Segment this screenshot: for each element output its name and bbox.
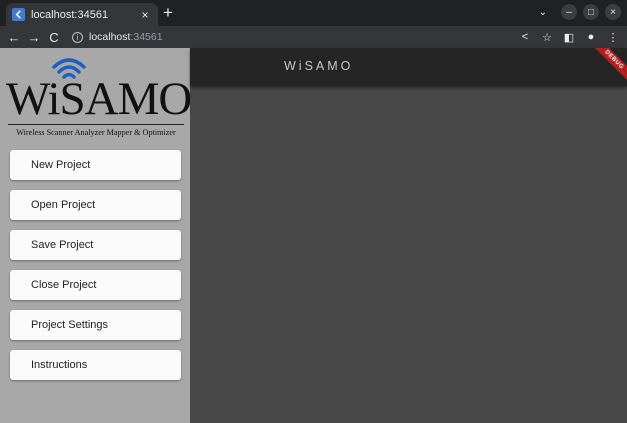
minimize-button[interactable]: – [561, 4, 577, 20]
toolbar-actions: < ☆ ◧ ● ⋮ [519, 31, 619, 44]
profile-icon[interactable]: ● [585, 31, 597, 43]
url-port: :34561 [130, 31, 163, 43]
back-button[interactable]: ← [4, 30, 24, 45]
browser-tab[interactable]: localhost:34561 × [6, 3, 158, 26]
wisamo-logo: WiSAMO Wireless Scanner Analyzer Mapper … [6, 54, 192, 140]
close-project-button[interactable]: Close Project [10, 270, 181, 300]
tab-search-chevron-icon[interactable]: ⌄ [539, 7, 547, 18]
logo-divider [8, 124, 184, 125]
tab-close-icon[interactable]: × [138, 8, 152, 22]
browser-toolbar: ← → C i localhost :34561 < ☆ ◧ ● ⋮ [0, 26, 627, 48]
maximize-button[interactable]: □ [583, 4, 599, 20]
app-viewport: WiSAMO Wireless Scanner Analyzer Mapper … [0, 48, 627, 423]
tab-title: localhost:34561 [31, 8, 109, 21]
reload-button[interactable]: C [44, 30, 64, 45]
sidepanel-icon[interactable]: ◧ [563, 31, 575, 44]
window-controls: ⌄ – □ × [539, 4, 621, 20]
share-icon[interactable]: < [519, 31, 531, 43]
close-window-button[interactable]: × [605, 4, 621, 20]
more-icon[interactable]: ⋮ [607, 31, 619, 44]
save-project-button[interactable]: Save Project [10, 230, 181, 260]
browser-tab-strip: localhost:34561 × + ⌄ – □ × [0, 0, 627, 26]
open-project-button[interactable]: Open Project [10, 190, 181, 220]
forward-button[interactable]: → [24, 30, 44, 45]
star-icon[interactable]: ☆ [541, 31, 553, 44]
debug-banner: DEBUG [590, 48, 627, 84]
url-host: localhost [89, 31, 131, 43]
new-project-button[interactable]: New Project [10, 150, 181, 180]
info-icon[interactable]: i [72, 31, 83, 43]
app-bar: WiSAMO DEBUG [190, 48, 627, 86]
project-settings-button[interactable]: Project Settings [10, 310, 181, 340]
favicon-icon [12, 8, 25, 21]
new-tab-button[interactable]: + [163, 4, 173, 21]
instructions-button[interactable]: Instructions [10, 350, 181, 380]
main-canvas[interactable] [190, 86, 627, 423]
app-bar-title: WiSAMO [284, 59, 354, 73]
logo-wordmark: WiSAMO [6, 73, 192, 125]
side-drawer: WiSAMO Wireless Scanner Analyzer Mapper … [0, 48, 192, 423]
address-bar[interactable]: i localhost :34561 [72, 28, 519, 46]
logo-subtitle: Wireless Scanner Analyzer Mapper & Optim… [16, 128, 176, 137]
